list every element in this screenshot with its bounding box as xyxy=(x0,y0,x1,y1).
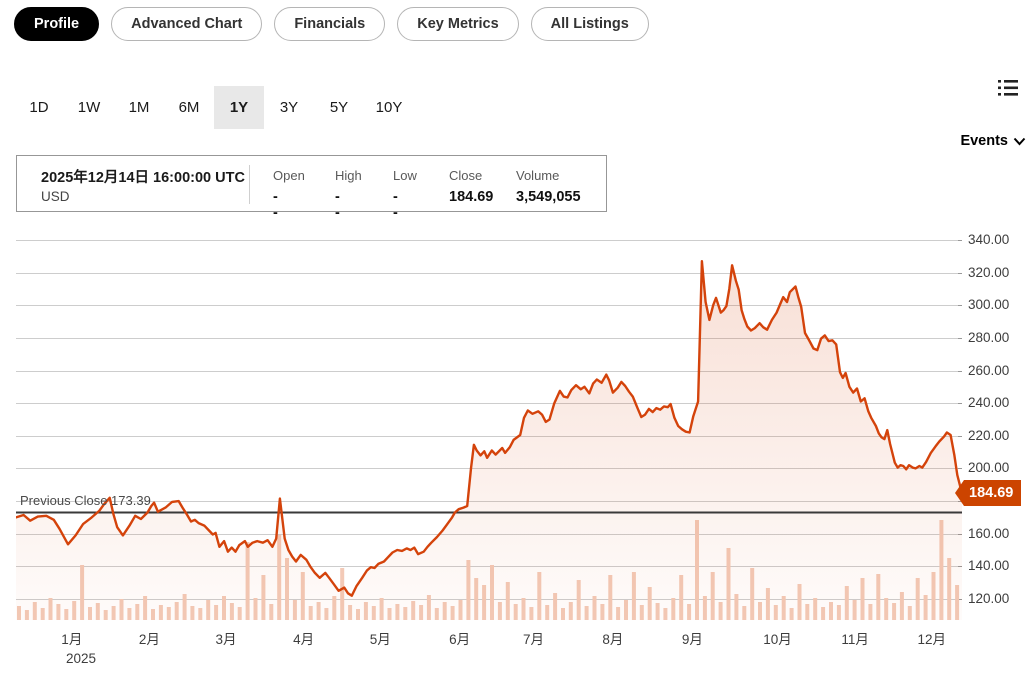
quote-date: 2025年12月14日 16:00:00 UTC xyxy=(41,166,245,187)
y-tick-label: 160.00 xyxy=(968,526,1009,541)
y-tick-label: 240.00 xyxy=(968,395,1009,410)
x-tick-label: 12月 xyxy=(917,628,946,648)
price-chart-canvas xyxy=(16,232,962,620)
quote-currency: USD xyxy=(41,189,70,204)
x-axis-labels: 1月 2月 3月 4月 5月 6月 7月 8月 9月 10月 11月 12月 xyxy=(16,628,962,648)
y-tick-label: 260.00 xyxy=(968,363,1009,378)
open-label: Open xyxy=(273,168,305,183)
y-tick-label: 340.00 xyxy=(968,232,1009,247)
range-10y[interactable]: 10Y xyxy=(364,86,414,129)
y-tick-label: 280.00 xyxy=(968,330,1009,345)
time-range-bar: 1D 1W 1M 6M 1Y 3Y 5Y 10Y xyxy=(14,86,414,129)
quote-divider xyxy=(249,165,250,204)
y-tick-label: 120.00 xyxy=(968,591,1009,606)
top-tab-bar: Profile Advanced Chart Financials Key Me… xyxy=(14,7,649,41)
range-6m[interactable]: 6M xyxy=(164,86,214,129)
list-icon[interactable] xyxy=(996,78,1020,98)
open-value: -- xyxy=(273,189,278,221)
x-tick-label: 8月 xyxy=(602,628,623,648)
high-label: High xyxy=(335,168,362,183)
close-value: 184.69 xyxy=(449,189,493,205)
x-tick-label: 5月 xyxy=(370,628,391,648)
low-label: Low xyxy=(393,168,417,183)
y-tick-label: 300.00 xyxy=(968,297,1009,312)
x-tick-label: 1月 xyxy=(61,628,82,648)
high-value: -- xyxy=(335,189,340,221)
y-tick-label: 320.00 xyxy=(968,265,1009,280)
last-price-badge: 184.69 xyxy=(964,480,1021,506)
range-1d[interactable]: 1D xyxy=(14,86,64,129)
tab-financials[interactable]: Financials xyxy=(274,7,385,41)
previous-close-label: Previous Close 173.39 xyxy=(20,493,151,508)
chevron-down-icon xyxy=(1013,137,1026,146)
low-value: -- xyxy=(393,189,398,221)
close-label: Close xyxy=(449,168,482,183)
tab-all-listings[interactable]: All Listings xyxy=(531,7,649,41)
last-price-value: 184.69 xyxy=(969,485,1013,501)
volume-value: 3,549,055 xyxy=(516,189,581,205)
x-tick-label: 11月 xyxy=(841,628,869,648)
volume-label: Volume xyxy=(516,168,559,183)
quote-panel: 2025年12月14日 16:00:00 UTC USD Open -- Hig… xyxy=(16,155,607,212)
y-axis-labels: 120.00140.00160.00180.00200.00220.00240.… xyxy=(968,232,1032,620)
tab-key-metrics[interactable]: Key Metrics xyxy=(397,7,518,41)
x-tick-label: 3月 xyxy=(215,628,236,648)
range-1m[interactable]: 1M xyxy=(114,86,164,129)
y-tick-label: 140.00 xyxy=(968,558,1009,573)
y-tick-label: 220.00 xyxy=(968,428,1009,443)
range-3y[interactable]: 3Y xyxy=(264,86,314,129)
stock-profile-page: Profile Advanced Chart Financials Key Me… xyxy=(0,0,1034,674)
x-tick-label: 4月 xyxy=(293,628,314,648)
range-1y[interactable]: 1Y xyxy=(214,86,264,129)
y-tick-label: 200.00 xyxy=(968,460,1009,475)
x-tick-label: 10月 xyxy=(763,628,792,648)
range-1w[interactable]: 1W xyxy=(64,86,114,129)
price-chart[interactable]: Previous Close 173.39 xyxy=(16,232,962,620)
tab-profile[interactable]: Profile xyxy=(14,7,99,41)
x-tick-label: 9月 xyxy=(682,628,703,648)
price-area-fill xyxy=(16,261,962,620)
range-5y[interactable]: 5Y xyxy=(314,86,364,129)
x-tick-label: 6月 xyxy=(449,628,470,648)
x-tick-label: 2月 xyxy=(139,628,160,648)
events-label: Events xyxy=(960,133,1008,149)
x-tick-label: 7月 xyxy=(523,628,544,648)
events-dropdown[interactable]: Events xyxy=(960,133,1026,149)
x-axis-year-label: 2025 xyxy=(66,651,96,666)
tab-advanced-chart[interactable]: Advanced Chart xyxy=(111,7,262,41)
